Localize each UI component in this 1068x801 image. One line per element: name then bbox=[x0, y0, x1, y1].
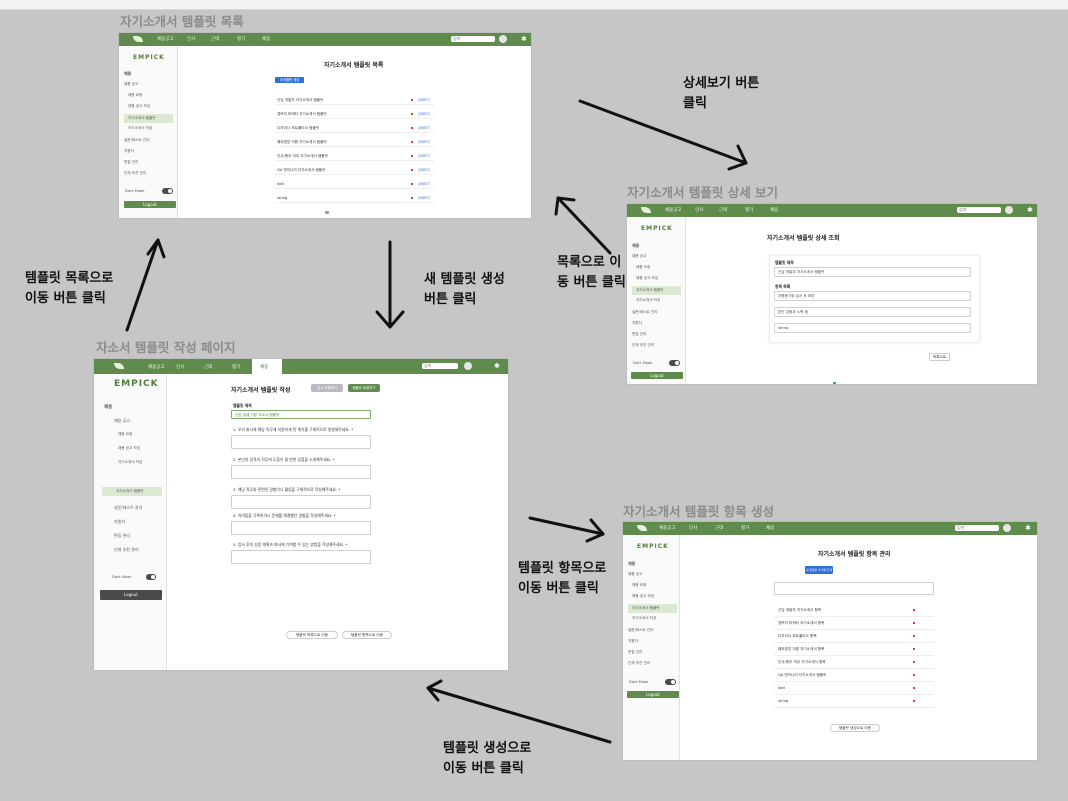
arrow-items-to-write bbox=[426, 686, 612, 744]
annotation-detail: 상세보기 버튼 클릭 bbox=[683, 76, 760, 111]
flow-arrows bbox=[125, 99, 748, 744]
annotation-new-template: 새 템플릿 생성 버튼 클릭 bbox=[424, 272, 505, 307]
annotation-back-list: 목록으로 이동 버튼 클릭 bbox=[557, 255, 626, 290]
annotation-to-items: 템플릿 항목으로 이동 버튼 클릭 bbox=[518, 561, 607, 596]
annotation-to-list: 템플릿 목록으로 이동 버튼 클릭 bbox=[25, 271, 114, 306]
arrow-detail-to-list bbox=[556, 196, 612, 255]
annotation-to-create: 템플릿 생성으로 이동 버튼 클릭 bbox=[443, 741, 532, 776]
arrow-write-to-list bbox=[125, 238, 160, 332]
